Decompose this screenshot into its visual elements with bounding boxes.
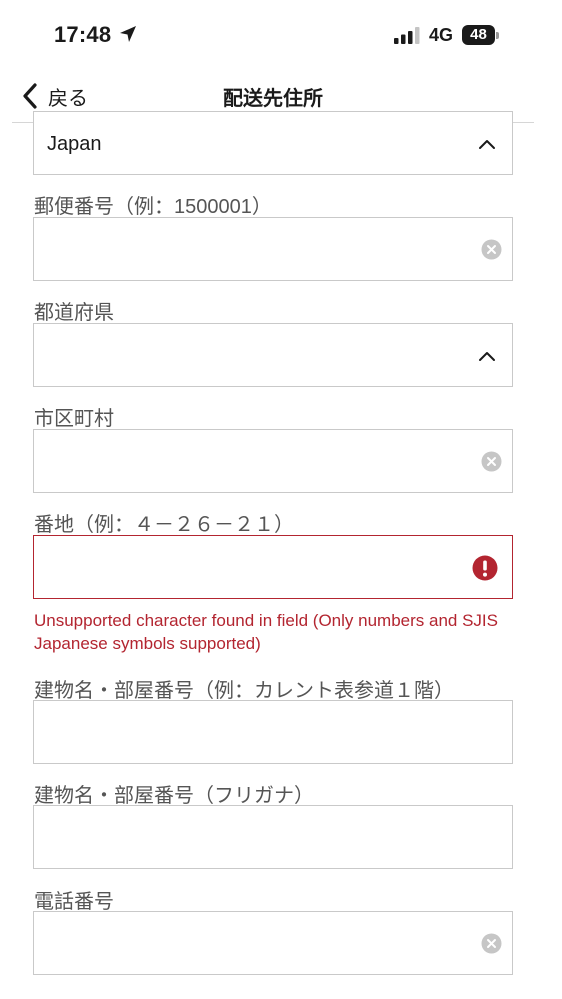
city-label: 市区町村 — [34, 408, 114, 430]
location-arrow-icon — [120, 26, 136, 42]
network-type: 4G — [429, 25, 454, 45]
phone-input[interactable] — [33, 911, 513, 975]
page-title: 配送先住所 — [223, 88, 323, 110]
chevron-up-icon — [479, 140, 495, 149]
country-value: Japan — [47, 133, 102, 155]
prefecture-select[interactable] — [33, 323, 513, 387]
battery-icon: 48 — [462, 25, 499, 45]
building-label: 建物名・部屋番号（例：カレント表参道１階） — [34, 680, 454, 702]
postal-code-input[interactable] — [33, 217, 513, 281]
status-bar: 17:48 4G 48 — [0, 0, 562, 72]
clear-icon[interactable] — [481, 933, 502, 954]
clear-icon[interactable] — [481, 239, 502, 260]
postal-code-label: 郵便番号（例：1500001） — [34, 196, 272, 218]
building-kana-label: 建物名・部屋番号（フリガナ） — [34, 785, 314, 807]
city-input[interactable] — [33, 429, 513, 493]
status-time: 17:48 — [54, 22, 112, 47]
street-error-message: Unsupported character found in field (On… — [34, 611, 498, 653]
phone-label: 電話番号 — [34, 891, 114, 913]
building-input[interactable] — [33, 700, 513, 764]
cellular-signal-icon — [394, 27, 420, 44]
error-icon — [472, 555, 498, 581]
chevron-up-icon — [479, 352, 495, 361]
country-select[interactable]: Japan — [33, 111, 513, 175]
street-label: 番地（例：４－２６－２１） — [34, 514, 294, 536]
building-kana-input[interactable] — [33, 805, 513, 869]
prefecture-label: 都道府県 — [34, 302, 114, 324]
street-input[interactable] — [33, 535, 513, 599]
clear-icon[interactable] — [481, 451, 502, 472]
battery-level: 48 — [462, 25, 495, 45]
